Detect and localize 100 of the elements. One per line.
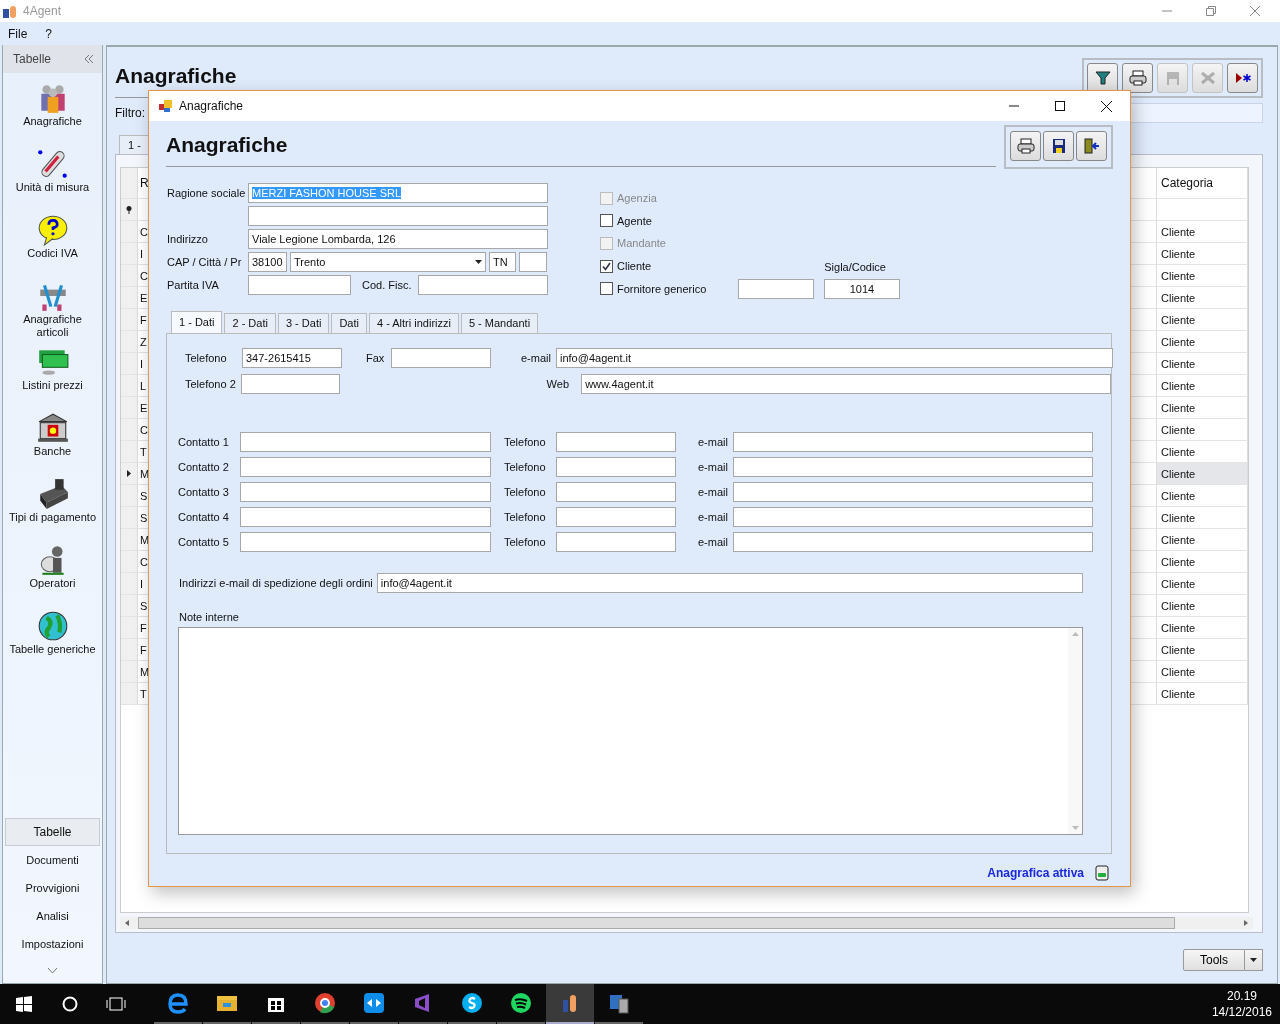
navigation-section-button[interactable]: Provvigioni bbox=[5, 874, 100, 902]
windows-start-icon[interactable] bbox=[16, 996, 32, 1012]
phone-field[interactable] bbox=[241, 373, 340, 394]
phone-field[interactable] bbox=[556, 481, 676, 502]
checkbox[interactable] bbox=[600, 282, 613, 296]
input-field[interactable] bbox=[248, 206, 548, 226]
sidebar-item[interactable]: Anagrafiche bbox=[3, 81, 102, 146]
tab[interactable]: 1 - bbox=[119, 135, 150, 154]
phone-field[interactable]: 347-2615415 bbox=[242, 347, 342, 368]
column-header[interactable]: Categoria bbox=[1157, 168, 1248, 198]
input-field[interactable] bbox=[519, 252, 547, 272]
phone-field[interactable] bbox=[556, 531, 676, 552]
order-email-field[interactable]: info@4agent.it bbox=[376, 572, 1083, 593]
navigation-section-button[interactable]: Tabelle bbox=[5, 818, 100, 846]
table-cell: Cliente bbox=[1157, 265, 1248, 286]
sidebar-item[interactable]: Banche bbox=[3, 411, 102, 476]
phone-field[interactable] bbox=[556, 456, 676, 477]
city-dropdown[interactable]: Trento bbox=[290, 252, 486, 272]
tab[interactable]: 2 - Dati bbox=[224, 312, 276, 333]
postal-code-field[interactable]: 38100 bbox=[248, 252, 287, 272]
field-label: Contatto 1 bbox=[177, 435, 230, 448]
print-button[interactable] bbox=[1010, 131, 1041, 161]
field-label: Telefono bbox=[504, 485, 547, 498]
tab[interactable]: 5 - Mandanti bbox=[460, 312, 539, 333]
form-title: Anagrafiche bbox=[166, 133, 289, 157]
field-label: CAP / Città / Pr bbox=[167, 256, 243, 268]
email-field[interactable] bbox=[733, 431, 1093, 452]
sidebar-title: Tabelle bbox=[13, 52, 52, 66]
email-field[interactable] bbox=[733, 531, 1093, 552]
sidebar-item[interactable]: Tabelle generiche bbox=[3, 609, 102, 674]
contact-name-field[interactable] bbox=[240, 531, 491, 552]
maximize-icon[interactable] bbox=[1055, 101, 1065, 111]
restore-icon[interactable] bbox=[1206, 6, 1216, 16]
filter-button[interactable] bbox=[1087, 63, 1118, 93]
window-icon bbox=[158, 98, 174, 114]
scroll-right-icon[interactable] bbox=[1243, 920, 1249, 926]
input-field[interactable] bbox=[738, 278, 814, 299]
phone-field[interactable] bbox=[556, 431, 676, 452]
sidebar-item[interactable]: Tipi di pagamento bbox=[3, 477, 102, 542]
search-icon[interactable] bbox=[62, 996, 78, 1012]
dropdown-button[interactable] bbox=[1245, 949, 1263, 971]
exit-button[interactable] bbox=[1076, 131, 1107, 161]
task-view-icon[interactable] bbox=[106, 996, 126, 1012]
field-label: e-mail bbox=[698, 535, 729, 548]
navigation-section-button[interactable]: Analisi bbox=[5, 902, 100, 930]
table-cell: Cliente bbox=[1157, 551, 1248, 572]
dialog-title: Anagrafiche bbox=[179, 99, 244, 113]
table-cell: Cliente bbox=[1157, 617, 1248, 638]
table-cell: Cliente bbox=[1157, 243, 1248, 264]
email-field[interactable] bbox=[733, 481, 1093, 502]
sidebar-item[interactable]: Unità di misura bbox=[3, 147, 102, 212]
contact-name-field[interactable] bbox=[240, 456, 491, 477]
navigation-section-button[interactable]: Documenti bbox=[5, 846, 100, 874]
field-label: e-mail bbox=[521, 351, 552, 364]
email-field[interactable]: info@4agent.it bbox=[556, 347, 1113, 368]
website-field[interactable]: www.4agent.it bbox=[581, 373, 1111, 394]
scroll-up-icon[interactable] bbox=[1071, 631, 1079, 636]
checkbox[interactable] bbox=[600, 214, 613, 228]
email-field[interactable] bbox=[733, 456, 1093, 477]
print-button[interactable] bbox=[1122, 63, 1153, 93]
sidebar-item[interactable]: Codici IVA bbox=[3, 213, 102, 278]
code-field[interactable]: 1014 bbox=[824, 278, 900, 299]
fax-field[interactable] bbox=[391, 347, 491, 368]
sidebar-item[interactable]: Operatori bbox=[3, 543, 102, 608]
contact-name-field[interactable] bbox=[240, 431, 491, 452]
address-field[interactable]: Viale Legione Lombarda, 126 bbox=[248, 229, 548, 249]
new-record-button[interactable] bbox=[1227, 63, 1258, 93]
scroll-down-icon[interactable] bbox=[1071, 825, 1079, 830]
row-pointer-icon bbox=[127, 470, 131, 477]
phone-field[interactable] bbox=[556, 506, 676, 527]
tab[interactable]: 1 - Dati bbox=[171, 310, 223, 333]
contact-name-field[interactable] bbox=[240, 481, 491, 502]
table-cell: Cliente bbox=[1157, 463, 1248, 484]
collapse-icon[interactable] bbox=[85, 55, 94, 63]
tab[interactable]: Dati bbox=[331, 312, 367, 333]
scroll-left-icon[interactable] bbox=[124, 920, 130, 926]
field-label: Note interne bbox=[179, 610, 240, 623]
checkbox-label: Agenzia bbox=[617, 192, 657, 205]
navigation-section-button[interactable]: Impostazioni bbox=[5, 930, 100, 958]
sidebar-item[interactable]: Anagrafiche articoli bbox=[3, 279, 102, 344]
sidebar-item[interactable]: Listini prezzi bbox=[3, 345, 102, 410]
chevron-down-icon[interactable] bbox=[48, 968, 57, 973]
vat-number-field[interactable] bbox=[248, 275, 351, 295]
tax-code-field[interactable] bbox=[418, 275, 548, 295]
menu-item[interactable]: File bbox=[8, 26, 28, 41]
field-label: Cod. Fisc. bbox=[362, 279, 413, 291]
tools-button[interactable]: Tools bbox=[1183, 949, 1245, 971]
email-field[interactable] bbox=[733, 506, 1093, 527]
contact-name-field[interactable] bbox=[240, 506, 491, 527]
province-field[interactable]: TN bbox=[489, 252, 516, 272]
tab[interactable]: 4 - Altri indirizzi bbox=[368, 312, 459, 333]
close-icon[interactable] bbox=[1101, 100, 1112, 112]
tab[interactable]: 3 - Dati bbox=[277, 312, 330, 333]
table-cell: Cliente bbox=[1157, 419, 1248, 440]
table-cell: Cliente bbox=[1157, 507, 1248, 528]
menu-item[interactable]: ? bbox=[45, 26, 53, 41]
vertical-scrollbar[interactable] bbox=[1068, 627, 1082, 834]
caret-icon bbox=[1250, 958, 1257, 962]
save-button[interactable] bbox=[1043, 131, 1074, 161]
checkbox[interactable] bbox=[600, 259, 613, 273]
